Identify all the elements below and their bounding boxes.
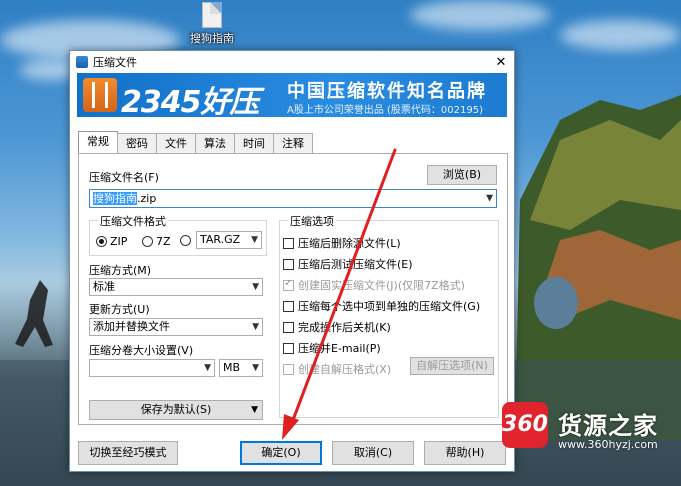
format-group-title: 压缩文件格式	[98, 213, 168, 229]
volume-size-select[interactable]: ▼	[89, 359, 215, 377]
close-button[interactable]: ✕	[488, 55, 514, 70]
chevron-down-icon: ▼	[252, 322, 259, 332]
general-panel: 压缩文件名(F) 浏览(B) 搜狗指南.zip ▼ 压缩文件格式 ZIP 7Z …	[78, 153, 508, 425]
option-shutdown[interactable]: 完成操作后关机(K)	[283, 319, 391, 335]
volume-label: 压缩分卷大小设置(V)	[89, 344, 194, 357]
tab-password[interactable]: 密码	[117, 133, 157, 153]
chevron-down-icon: ▼	[252, 363, 259, 373]
radio-zip-label: ZIP	[110, 235, 128, 248]
option-email-label: 压缩并E-mail(P)	[298, 342, 381, 355]
watermark: 360 货源之家 www.360hyzj.com	[502, 400, 681, 456]
archive-name-selected: 搜狗指南	[93, 192, 137, 205]
radio-7z-label: 7Z	[156, 235, 171, 248]
volume-unit-value: MB	[223, 361, 241, 374]
checkbox-checked-icon	[283, 278, 294, 291]
radio-7z[interactable]: 7Z	[142, 235, 171, 248]
format-group: 压缩文件格式 ZIP 7Z TAR.GZ ▼	[89, 213, 267, 256]
chevron-down-icon: ▼	[252, 282, 259, 292]
option-separate-archives[interactable]: 压缩每个选中项到单独的压缩文件(G)	[283, 298, 480, 314]
tab-bar: 常规 密码 文件 算法 时间 注释	[78, 131, 313, 153]
checkbox-icon	[283, 321, 294, 333]
options-group: 压缩选项 压缩后删除源文件(L) 压缩后测试压缩文件(E) 创建固实压缩文件(J…	[279, 213, 499, 418]
chevron-down-icon: ▼	[251, 235, 258, 245]
window-title: 压缩文件	[93, 56, 137, 69]
method-label: 压缩方式(M)	[89, 264, 152, 277]
volume-unit-select[interactable]: MB ▼	[219, 359, 263, 377]
checkbox-icon	[283, 363, 294, 375]
option-test-archive[interactable]: 压缩后测试压缩文件(E)	[283, 256, 413, 272]
desktop-file-label: 搜狗指南	[190, 32, 234, 45]
tab-algorithm[interactable]: 算法	[195, 133, 235, 153]
browse-button[interactable]: 浏览(B)	[427, 165, 497, 185]
archive-name-input[interactable]: 搜狗指南.zip ▼	[89, 189, 497, 208]
chevron-down-icon: ▼	[204, 363, 211, 373]
tab-general[interactable]: 常规	[78, 131, 118, 153]
banner-brand: 2345好压	[121, 85, 259, 120]
tab-comment[interactable]: 注释	[273, 133, 313, 153]
radio-zip[interactable]: ZIP	[96, 235, 127, 248]
cancel-button[interactable]: 取消(C)	[332, 441, 414, 465]
compress-dialog: 压缩文件 ✕ 2345好压 中国压缩软件知名品牌 A股上市公司荣誉出品 (股票代…	[69, 50, 515, 472]
option-separate-archives-label: 压缩每个选中项到单独的压缩文件(G)	[298, 300, 481, 313]
option-email[interactable]: 压缩并E-mail(P)	[283, 340, 381, 356]
help-button[interactable]: 帮助(H)	[424, 441, 506, 465]
switch-mode-button[interactable]: 切换至经巧模式	[78, 441, 178, 465]
radio-icon	[142, 236, 153, 247]
archive-name-extension: .zip	[137, 192, 157, 205]
method-select[interactable]: 标准 ▼	[89, 278, 263, 296]
option-solid-archive: 创建固实压缩文件(J)(仅限7Z格式)	[283, 277, 465, 293]
desktop-file-icon[interactable]: 搜狗指南	[186, 0, 238, 46]
tab-time[interactable]: 时间	[234, 133, 274, 153]
update-label: 更新方式(U)	[89, 303, 150, 316]
option-delete-source[interactable]: 压缩后删除源文件(L)	[283, 235, 401, 251]
tab-files[interactable]: 文件	[156, 133, 196, 153]
haozip-logo-icon	[83, 78, 117, 112]
sfx-options-button[interactable]: 自解压选项(N)	[410, 357, 494, 375]
document-icon	[202, 2, 222, 28]
options-group-title: 压缩选项	[288, 213, 336, 229]
checkbox-icon	[283, 237, 294, 249]
update-value: 添加并替换文件	[93, 320, 170, 333]
radio-targz[interactable]	[180, 235, 194, 246]
option-sfx: 创建自解压格式(X)	[283, 361, 391, 377]
radio-icon	[180, 235, 191, 246]
checkbox-icon	[283, 342, 294, 354]
option-test-archive-label: 压缩后测试压缩文件(E)	[298, 258, 413, 271]
save-default-button[interactable]: 保存为默认(S) ▼	[89, 400, 263, 420]
method-value: 标准	[93, 280, 115, 293]
watermark-logo: 360	[502, 402, 548, 448]
checkbox-icon	[283, 258, 294, 270]
title-bar[interactable]: 压缩文件 ✕	[70, 51, 514, 73]
option-solid-archive-label: 创建固实压缩文件(J)(仅限7Z格式)	[298, 279, 465, 292]
option-delete-source-label: 压缩后删除源文件(L)	[298, 237, 401, 250]
app-icon	[76, 56, 88, 68]
option-sfx-label: 创建自解压格式(X)	[298, 363, 392, 376]
archive-name-label: 压缩文件名(F)	[89, 171, 159, 184]
ok-button[interactable]: 确定(O)	[240, 441, 322, 465]
chevron-down-icon: ▼	[486, 193, 493, 203]
dropdown-arrow-icon: ▼	[251, 405, 258, 415]
banner-subtitle: A股上市公司荣誉出品 (股票代码：002195)	[287, 105, 483, 116]
targz-label: TAR.GZ	[200, 233, 241, 246]
save-default-label: 保存为默认(S)	[140, 403, 212, 416]
update-select[interactable]: 添加并替换文件 ▼	[89, 318, 263, 336]
banner-slogan: 中国压缩软件知名品牌	[287, 81, 487, 102]
option-shutdown-label: 完成操作后关机(K)	[298, 321, 391, 334]
radio-selected-icon	[96, 236, 107, 247]
brand-banner: 2345好压 中国压缩软件知名品牌 A股上市公司荣誉出品 (股票代码：00219…	[77, 73, 507, 120]
watermark-name: 货源之家	[558, 412, 658, 440]
checkbox-icon	[283, 300, 294, 312]
watermark-url: www.360hyzj.com	[558, 438, 658, 451]
targz-select[interactable]: TAR.GZ ▼	[196, 231, 262, 249]
